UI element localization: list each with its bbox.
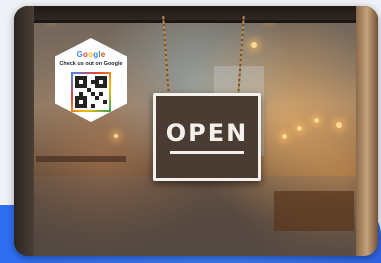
door-frame-right <box>356 6 378 256</box>
open-sign: OPEN <box>153 93 261 181</box>
storefront-photo: OPEN Google Check us out on Google <box>14 6 378 256</box>
qr-code-icon <box>71 72 111 112</box>
google-logo: Google <box>77 50 106 59</box>
door-frame-left <box>14 6 34 256</box>
ceiling-light <box>314 118 319 123</box>
ceiling-light <box>336 122 342 128</box>
ceiling-light <box>282 134 287 139</box>
table <box>274 191 354 231</box>
ceiling-light <box>114 134 118 138</box>
door-bar <box>14 20 378 23</box>
counter <box>36 156 126 162</box>
open-sign-underline <box>170 150 244 154</box>
open-sign-text: OPEN <box>165 118 249 147</box>
sticker-caption: Check us out on Google <box>59 61 123 67</box>
ceiling-light <box>251 42 257 48</box>
ceiling-light <box>297 126 302 131</box>
logo-letter: e <box>100 50 106 59</box>
door-frame-top <box>14 6 378 20</box>
